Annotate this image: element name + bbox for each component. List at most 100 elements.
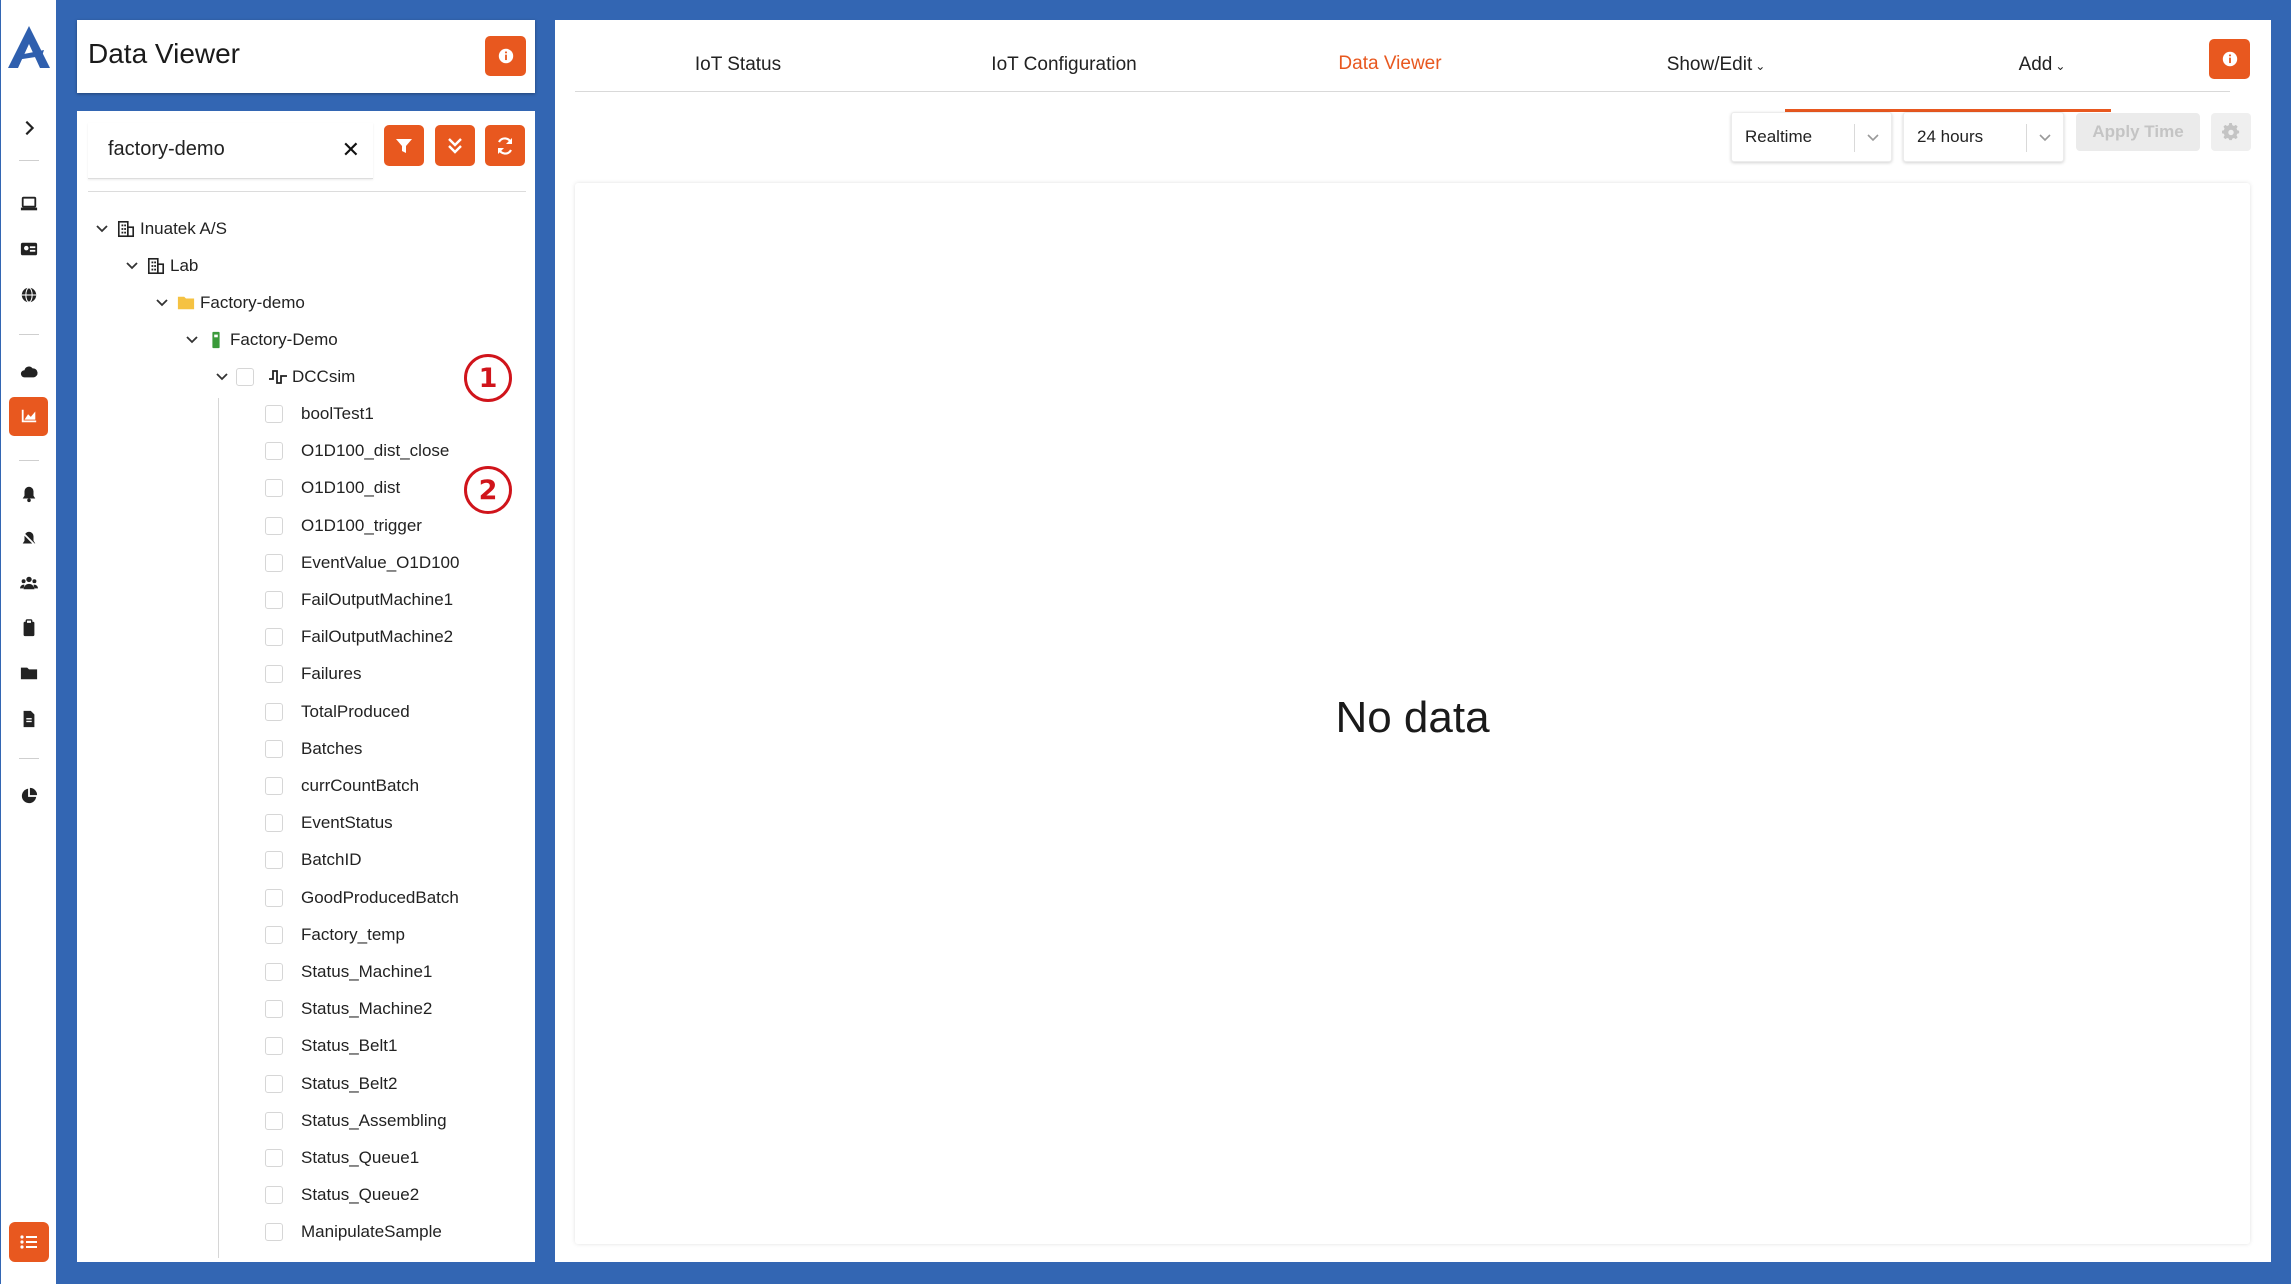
clear-search-button[interactable]: ✕ [342,137,360,163]
signal-icon [268,367,288,387]
list-menu-button[interactable] [9,1222,49,1262]
time-mode-select[interactable]: Realtime [1731,112,1892,162]
tree-node-source[interactable]: DCCsim [214,362,355,392]
tag-checkbox[interactable] [265,1223,283,1242]
devices-nav[interactable] [1,186,56,222]
tag-item[interactable]: Status_Queue1 [265,1143,419,1173]
tag-checkbox[interactable] [265,479,283,498]
users-nav[interactable] [1,565,56,601]
tag-item[interactable]: Batches [265,734,362,764]
tag-checkbox[interactable] [265,1000,283,1019]
tag-item[interactable]: Status_Machine2 [265,994,432,1024]
source-checkbox[interactable] [236,368,254,386]
tag-item[interactable]: FailOutputMachine1 [265,585,453,615]
data-viewer-nav[interactable] [1,396,56,436]
tag-item[interactable]: Status_Belt2 [265,1069,397,1099]
analytics-nav[interactable] [1,778,56,814]
folder-icon [20,667,37,680]
tag-item[interactable]: boolTest1 [265,399,374,429]
tasks-nav[interactable] [1,610,56,646]
tag-checkbox[interactable] [265,702,283,721]
tag-item[interactable]: EventValue_O1D100 [265,548,459,578]
tag-item[interactable]: O1D100_trigger [265,511,422,541]
tag-checkbox[interactable] [265,888,283,907]
info-icon [498,48,513,64]
filter-icon [396,138,412,153]
tag-item[interactable]: FailOutputMachine2 [265,622,453,652]
alarms-nav[interactable] [1,476,56,512]
tag-item[interactable]: TotalProduced [265,697,410,727]
tag-checkbox[interactable] [265,739,283,758]
tag-item[interactable]: Status_Queue2 [265,1180,419,1210]
main-info-button[interactable] [2209,39,2250,79]
expand-sidebar-button[interactable] [1,110,56,146]
tag-checkbox[interactable] [265,851,283,870]
tag-checkbox[interactable] [265,1074,283,1093]
tag-item[interactable]: Status_Assembling [265,1106,447,1136]
tag-checkbox[interactable] [265,442,283,461]
tree-node-device[interactable]: Factory-Demo [184,325,338,355]
search-input[interactable] [88,123,328,175]
chevron-down-icon[interactable] [154,295,170,311]
tree-node-label: Inuatek A/S [140,219,227,238]
tree-node-site[interactable]: Lab [124,251,198,281]
settings-button[interactable] [2211,113,2251,151]
tag-item[interactable]: O1D100_dist [265,473,400,503]
tag-item[interactable]: Failures [265,659,361,689]
tag-item[interactable]: Factory_temp [265,920,405,950]
tree-node-folder[interactable]: Factory-demo [154,288,305,318]
chevron-down-icon [2039,134,2051,142]
tag-checkbox[interactable] [265,814,283,833]
chevron-down-icon[interactable] [124,258,140,274]
tag-checkbox[interactable] [265,665,283,684]
tag-item[interactable]: BatchID [265,845,361,875]
cloud-nav[interactable] [1,354,56,390]
tag-label: boolTest1 [301,404,374,423]
tab-add[interactable]: Add ⌄ [1879,54,2205,76]
tag-item[interactable]: Status_Belt1 [265,1031,397,1061]
time-range-select[interactable]: 24 hours [1903,112,2064,162]
network-nav[interactable] [1,277,56,313]
tree-node-org[interactable]: Inuatek A/S [94,214,227,244]
logo-icon[interactable] [6,24,52,70]
chevron-down-icon[interactable] [94,221,110,237]
reports-nav[interactable] [1,701,56,737]
tag-checkbox[interactable] [265,1037,283,1056]
expand-all-button[interactable] [435,125,475,166]
notifications-nav[interactable] [1,521,56,557]
tag-label: Failures [301,664,362,684]
gear-icon [2222,123,2240,141]
tag-label: currCountBatch [301,776,420,795]
tag-checkbox[interactable] [265,1111,283,1130]
tag-checkbox[interactable] [265,963,283,981]
apply-time-button[interactable]: Apply Time [2076,113,2200,151]
tag-item[interactable]: O1D100_dist_close [265,436,449,466]
panel-info-button[interactable] [485,36,526,76]
tag-item[interactable]: Status_Machine1 [265,957,432,987]
tag-item[interactable]: currCountBatch [265,771,419,801]
tag-checkbox[interactable] [265,1186,283,1205]
tab-show-edit[interactable]: Show/Edit ⌄ [1553,54,1879,76]
refresh-button[interactable] [485,125,525,166]
chevron-down-icon[interactable] [184,332,200,348]
tag-checkbox[interactable] [265,925,283,944]
tag-checkbox[interactable] [265,516,283,535]
tag-checkbox[interactable] [265,553,283,572]
tag-item[interactable]: GoodProducedBatch [265,883,459,913]
filter-button[interactable] [384,125,424,166]
tag-checkbox[interactable] [265,591,283,609]
tag-item[interactable]: ManipulateSample [265,1217,442,1247]
id-nav[interactable] [1,231,56,267]
chevron-down-icon[interactable] [214,369,230,385]
tag-checkbox[interactable] [265,628,283,647]
tab-data-viewer[interactable]: Data Viewer [1227,53,1553,75]
tag-checkbox[interactable] [265,405,283,423]
tab-iot-configuration[interactable]: IoT Configuration [901,54,1227,76]
tag-checkbox[interactable] [265,1149,283,1167]
tab-iot-status[interactable]: IoT Status [575,54,901,76]
files-nav[interactable] [1,655,56,691]
tag-item[interactable]: EventStatus [265,808,393,838]
tag-checkbox[interactable] [265,777,283,795]
tree-node-label: Factory-Demo [230,330,338,349]
tree-node-label: Lab [170,256,199,275]
